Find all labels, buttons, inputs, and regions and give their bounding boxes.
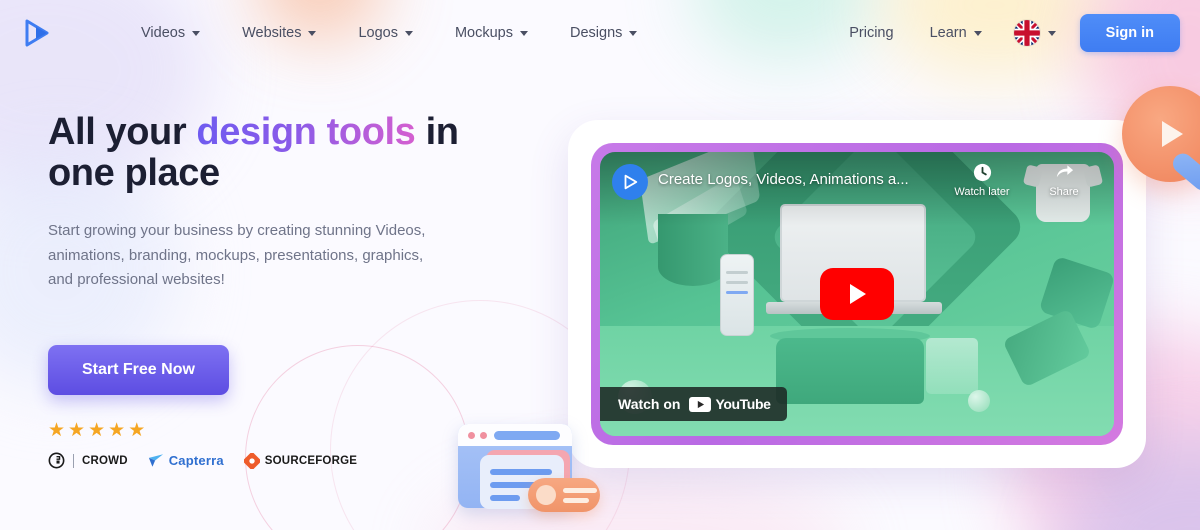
youtube-play-button[interactable] [820,268,894,320]
watch-later-button[interactable]: Watch later [946,162,1018,198]
star-icon: ★ [48,420,66,442]
uk-flag-icon [1013,20,1040,46]
youtube-player[interactable]: Create Logos, Videos, Animations a... Wa… [600,152,1114,436]
chevron-down-icon [520,30,528,36]
share-button[interactable]: Share [1028,162,1100,198]
badge-divider [73,453,74,468]
youtube-top-bar: Create Logos, Videos, Animations a... Wa… [600,152,1114,216]
clock-icon [973,163,991,182]
hero-title-part1: All your [48,111,197,153]
illustration-orange-pill [528,478,600,512]
badge-capterra[interactable]: Capterra [148,453,224,468]
capterra-logo-icon [148,454,163,467]
chevron-down-icon [192,30,201,36]
illustration-titlebar [458,424,572,446]
star-icon: ★ [108,420,126,442]
page-title: All your design tools in one place [48,112,518,193]
star-rating: ★ ★ ★ ★ ★ [48,421,518,440]
youtube-wordmark-text: YouTube [715,396,771,412]
star-icon: ★ [128,420,146,442]
watch-later-label: Watch later [954,186,1010,198]
illustration-line [563,497,589,503]
site-header: Videos Websites Logos Mockups Designs Pr… [0,0,1200,66]
hero-title-highlight: design tools [196,111,416,153]
nav-item-pricing[interactable]: Pricing [831,17,911,49]
nav-item-label: Pricing [849,25,894,41]
badge-label: SOURCEFORGE [264,454,358,467]
header-right-nav: Pricing Learn Sign in [831,12,1180,54]
nav-item-learn[interactable]: Learn [912,17,1000,49]
nav-item-label: Videos [141,25,186,41]
watch-on-label: Watch on [618,396,681,412]
chevron-down-icon [308,30,317,36]
illustration-line [563,487,597,493]
illustration-addressbar [494,431,560,440]
play-triangle-logo-icon [25,19,49,47]
browser-window-illustration [458,424,600,520]
nav-item-logos[interactable]: Logos [337,17,434,49]
chevron-down-icon [404,30,413,36]
nav-item-mockups[interactable]: Mockups [434,17,549,49]
nav-item-label: Logos [358,25,398,41]
channel-avatar-play-icon[interactable] [612,164,648,200]
sourceforge-logo-icon [243,452,260,469]
illustration-avatar [536,485,556,505]
nav-item-label: Designs [570,25,623,41]
hero-content: All your design tools in one place Start… [48,112,518,469]
badge-sourceforge[interactable]: SOURCEFORGE [243,452,358,469]
nav-item-websites[interactable]: Websites [221,17,337,49]
video-card: Create Logos, Videos, Animations a... Wa… [568,120,1146,468]
illustration-dot [468,432,475,439]
nav-item-label: Learn [929,25,967,41]
badge-label: CROWD [82,454,128,467]
nav-item-videos[interactable]: Videos [120,17,221,49]
review-badges: CROWD Capterra SOURCEFORGE [48,452,518,469]
main-nav: Videos Websites Logos Mockups Designs [120,17,658,49]
sign-in-button[interactable]: Sign in [1079,14,1180,52]
illustration-line [490,495,520,501]
star-icon: ★ [68,420,86,442]
illustration-lines [563,487,597,503]
start-free-now-button[interactable]: Start Free Now [48,345,229,396]
badge-label: Capterra [168,453,224,469]
nav-item-label: Mockups [454,25,513,41]
share-label: Share [1049,186,1079,198]
brand-logo[interactable] [16,13,56,53]
chevron-down-icon [629,30,638,36]
hero-subtitle: Start growing your business by creating … [48,222,426,288]
language-selector[interactable] [1000,12,1066,54]
g2-logo-icon [48,452,65,469]
chevron-down-icon [973,30,982,36]
video-title: Create Logos, Videos, Animations a... [658,171,909,188]
star-icon: ★ [88,420,106,442]
youtube-play-badge-icon [689,396,712,412]
hero-title-part2: in [415,111,459,153]
share-arrow-icon [1056,165,1073,178]
landing-page: Videos Websites Logos Mockups Designs Pr… [0,0,1200,530]
youtube-wordmark: YouTube [689,396,771,412]
play-triangle-icon [1162,121,1183,147]
illustration-line [490,469,552,475]
hero-title-line2: one place [48,151,220,194]
illustration-dot [480,432,487,439]
nav-item-designs[interactable]: Designs [549,17,658,49]
badge-g2crowd[interactable]: CROWD [48,452,128,469]
chevron-down-icon [1047,30,1056,36]
nav-item-label: Websites [242,25,302,41]
video-frame-border: Create Logos, Videos, Animations a... Wa… [591,143,1123,445]
youtube-play-icon [850,284,866,304]
watch-on-youtube-button[interactable]: Watch on YouTube [600,387,787,421]
